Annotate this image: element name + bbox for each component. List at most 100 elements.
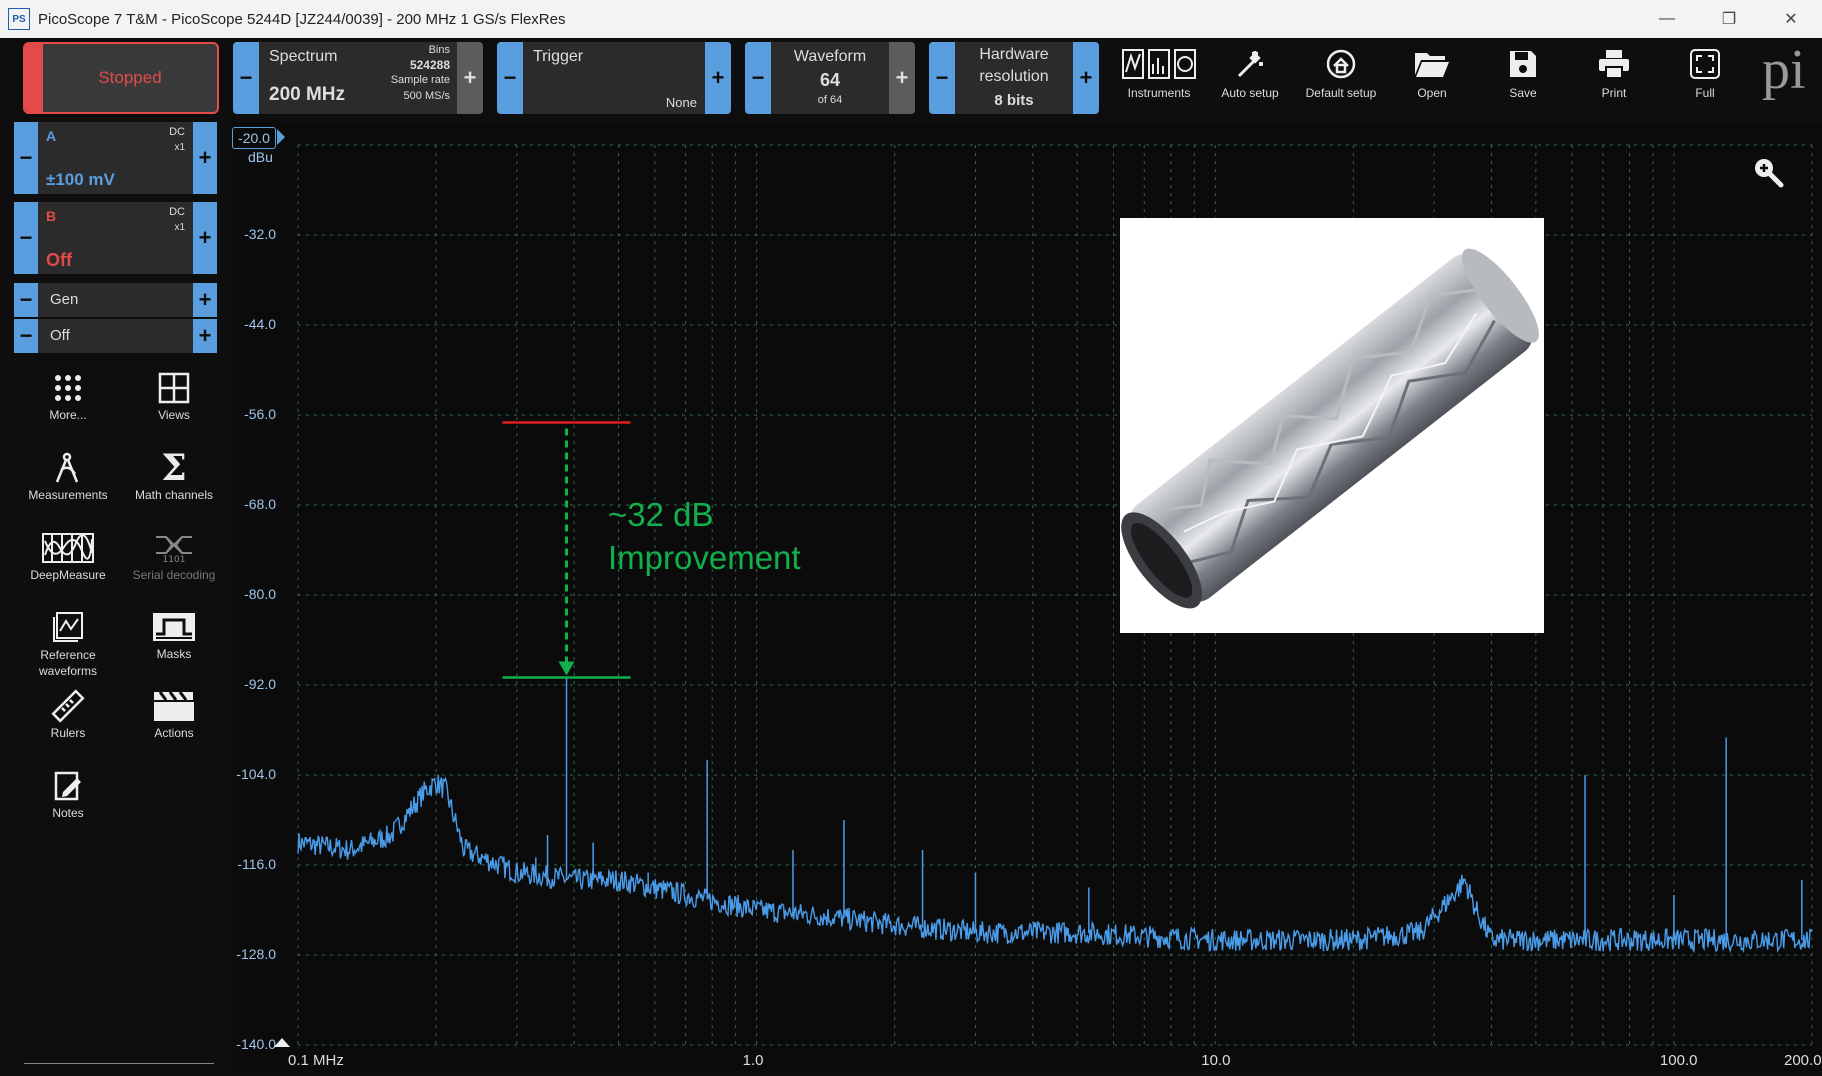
- y-tick-label: -92.0: [244, 676, 276, 692]
- auto-setup-label: Auto setup: [1221, 86, 1279, 100]
- actions-button[interactable]: Actions: [124, 686, 224, 740]
- masks-icon: [124, 607, 224, 647]
- default-setup-icon: [1296, 42, 1386, 86]
- print-label: Print: [1601, 86, 1627, 100]
- y-unit-label: dBu: [248, 149, 273, 165]
- channel-b-coupling: DC: [169, 206, 185, 218]
- y-axis-handle-icon[interactable]: [277, 129, 285, 145]
- channel-b-name: B: [46, 208, 57, 224]
- run-state-indicator: [25, 44, 43, 112]
- generator-state-control[interactable]: − Off +: [14, 319, 217, 353]
- resolution-plus-button[interactable]: +: [1073, 42, 1099, 114]
- x-tick-label: 200.0: [1784, 1052, 1822, 1069]
- generator-state-plus-button[interactable]: +: [193, 319, 217, 353]
- masks-button[interactable]: Masks: [124, 607, 224, 661]
- channel-b-minus-button[interactable]: −: [14, 202, 38, 274]
- serial-decoding-icon: 1101: [124, 528, 224, 568]
- x-tick-label: 100.0: [1659, 1052, 1698, 1069]
- run-stop-button[interactable]: Stopped: [23, 42, 219, 114]
- run-state-label: Stopped: [98, 68, 162, 87]
- measurements-button[interactable]: Measurements: [18, 448, 118, 502]
- more-grid-icon: [18, 368, 118, 408]
- y-tick-label: -44.0: [244, 316, 276, 332]
- channel-b-range: Off: [46, 250, 72, 270]
- waveform-label: Waveform: [793, 48, 867, 65]
- generator-minus-button[interactable]: −: [14, 283, 38, 317]
- svg-text:1101: 1101: [163, 555, 186, 563]
- auto-setup-button[interactable]: Auto setup: [1205, 42, 1295, 114]
- open-label: Open: [1417, 86, 1447, 100]
- views-button[interactable]: Views: [124, 368, 224, 422]
- minimize-button[interactable]: —: [1636, 0, 1698, 38]
- y-tick-label: -56.0: [244, 406, 276, 422]
- folder-open-icon: [1387, 42, 1477, 86]
- channel-a-minus-button[interactable]: −: [14, 122, 38, 194]
- spectrum-plus-button[interactable]: +: [457, 42, 483, 114]
- resolution-label: resolution: [979, 68, 1049, 85]
- serial-decoding-button[interactable]: 1101 Serial decoding: [124, 528, 224, 582]
- instruments-button[interactable]: Instruments: [1114, 42, 1204, 114]
- generator-label: Gen: [50, 291, 79, 308]
- instruments-label: Instruments: [1127, 86, 1191, 100]
- more-label: More...: [49, 408, 87, 422]
- deepmeasure-button[interactable]: DeepMeasure: [18, 528, 118, 582]
- y-tick-label: -104.0: [236, 766, 276, 782]
- generator-state: Off: [50, 327, 70, 344]
- generator-control[interactable]: − Gen +: [14, 283, 217, 317]
- save-button[interactable]: Save: [1478, 42, 1568, 114]
- channel-b-control[interactable]: − B DC x1 Off +: [14, 202, 217, 274]
- measurements-icon: [18, 448, 118, 488]
- zoom-in-icon[interactable]: [1752, 156, 1784, 188]
- x-tick-label: 10.0: [1201, 1052, 1231, 1069]
- hardware-label: Hardware: [979, 46, 1049, 63]
- generator-plus-button[interactable]: +: [193, 283, 217, 317]
- waveform-control: − Waveform 64 of 64 +: [745, 42, 915, 114]
- math-channels-button[interactable]: Σ Math channels: [124, 447, 224, 502]
- spectrum-control: − Spectrum 200 MHz Bins 524288 Sample ra…: [233, 42, 483, 114]
- reference-waveforms-button[interactable]: Reference waveforms: [18, 607, 118, 679]
- x-tick-label: 0.1 MHz: [288, 1052, 344, 1069]
- waveform-count: of 64: [817, 94, 843, 106]
- channel-b-plus-button[interactable]: +: [193, 202, 217, 274]
- spectrum-plot-area[interactable]: [232, 122, 1822, 1071]
- spectrum-minus-button[interactable]: −: [233, 42, 259, 114]
- y-tick-label: -32.0: [244, 226, 276, 242]
- default-setup-button[interactable]: Default setup: [1296, 42, 1386, 114]
- print-button[interactable]: Print: [1569, 42, 1659, 114]
- open-button[interactable]: Open: [1387, 42, 1477, 114]
- math-channels-label: Math channels: [134, 488, 214, 502]
- channel-a-plus-button[interactable]: +: [193, 122, 217, 194]
- trigger-plus-button[interactable]: +: [705, 42, 731, 114]
- views-icon: [124, 368, 224, 408]
- y-top-label[interactable]: -20.0: [232, 127, 276, 149]
- more-button[interactable]: More...: [18, 368, 118, 422]
- y-tick-label: -128.0: [236, 946, 276, 962]
- generator-state-minus-button[interactable]: −: [14, 319, 38, 353]
- rulers-button[interactable]: Rulers: [18, 686, 118, 740]
- trigger-minus-button[interactable]: −: [497, 42, 523, 114]
- channel-a-control[interactable]: − A DC x1 ±100 mV +: [14, 122, 217, 194]
- trigger-control: − Trigger None +: [497, 42, 731, 114]
- waveform-plus-button[interactable]: +: [889, 42, 915, 114]
- y-top-value: -20.0: [238, 130, 270, 146]
- hardware-resolution-control: − Hardware resolution 8 bits +: [929, 42, 1099, 114]
- improvement-annotation-value: ~32 dB: [608, 496, 714, 533]
- y-tick-label: -80.0: [244, 586, 276, 602]
- maximize-button[interactable]: ❐: [1698, 0, 1760, 38]
- views-label: Views: [158, 408, 190, 422]
- spectrum-plot-svg: [297, 144, 1813, 1046]
- channel-a-coupling: DC: [169, 126, 185, 138]
- bins-value: 524288: [409, 58, 450, 72]
- close-button[interactable]: ✕: [1760, 0, 1822, 38]
- y-tick-label: -116.0: [237, 856, 276, 872]
- waveform-index: 64: [819, 70, 841, 90]
- sidebar-divider: [24, 1063, 214, 1064]
- bins-label: Bins: [428, 44, 450, 56]
- resolution-minus-button[interactable]: −: [929, 42, 955, 114]
- waveform-minus-button[interactable]: −: [745, 42, 771, 114]
- spectrum-range: 200 MHz: [269, 84, 346, 105]
- notes-button[interactable]: Notes: [18, 766, 118, 820]
- x-axis-handle-icon[interactable]: [274, 1038, 290, 1047]
- full-screen-button[interactable]: Full: [1660, 42, 1750, 114]
- measurements-label: Measurements: [28, 488, 108, 502]
